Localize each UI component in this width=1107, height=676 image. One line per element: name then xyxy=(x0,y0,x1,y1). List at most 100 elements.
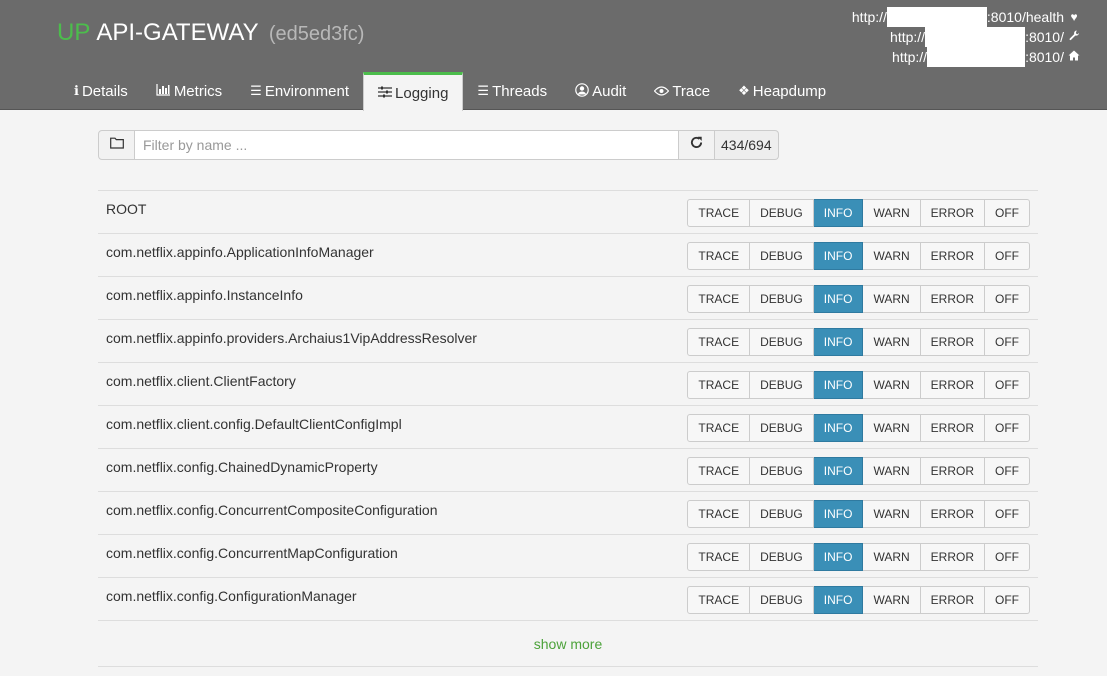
level-button-warn[interactable]: WARN xyxy=(863,586,921,614)
show-more-row: show more xyxy=(98,621,1038,667)
level-button-warn[interactable]: WARN xyxy=(863,285,921,313)
wrench-icon xyxy=(1067,27,1081,47)
log-level-group: TRACE DEBUG INFO WARN ERROR OFF xyxy=(687,414,1030,442)
level-button-debug[interactable]: DEBUG xyxy=(750,457,814,485)
management-url[interactable]: http://:8010/ xyxy=(852,27,1081,47)
list-icon: ☰ xyxy=(250,83,262,98)
level-button-info[interactable]: INFO xyxy=(813,199,864,227)
logger-name: com.netflix.config.ConcurrentMapConfigur… xyxy=(106,545,398,561)
level-button-warn[interactable]: WARN xyxy=(863,199,921,227)
level-button-error[interactable]: ERROR xyxy=(920,414,985,442)
level-button-trace[interactable]: TRACE xyxy=(687,328,751,356)
folder-icon xyxy=(109,136,124,154)
level-button-info[interactable]: INFO xyxy=(813,500,864,528)
home-icon xyxy=(1067,47,1081,67)
level-button-error[interactable]: ERROR xyxy=(920,586,985,614)
level-button-debug[interactable]: DEBUG xyxy=(750,543,814,571)
table-row: com.netflix.client.config.DefaultClientC… xyxy=(98,406,1038,449)
level-button-info[interactable]: INFO xyxy=(813,371,864,399)
level-button-off[interactable]: OFF xyxy=(985,414,1030,442)
log-level-group: TRACE DEBUG INFO WARN ERROR OFF xyxy=(687,500,1030,528)
tab-threads[interactable]: ☰ Threads xyxy=(463,72,561,110)
level-button-error[interactable]: ERROR xyxy=(920,328,985,356)
redacted-host xyxy=(927,47,1026,67)
level-button-debug[interactable]: DEBUG xyxy=(750,285,814,313)
table-row: com.netflix.config.ConfigurationManager T… xyxy=(98,578,1038,621)
level-button-warn[interactable]: WARN xyxy=(863,242,921,270)
level-button-warn[interactable]: WARN xyxy=(863,457,921,485)
app-name: API-GATEWAY xyxy=(96,19,259,46)
level-button-error[interactable]: ERROR xyxy=(920,242,985,270)
tab-metrics[interactable]: Metrics xyxy=(142,72,236,110)
level-button-off[interactable]: OFF xyxy=(985,242,1030,270)
eye-icon xyxy=(654,84,670,99)
folder-toggle-button[interactable] xyxy=(98,130,135,160)
redacted-host xyxy=(886,7,987,27)
tab-environment[interactable]: ☰ Environment xyxy=(236,72,363,110)
level-button-error[interactable]: ERROR xyxy=(920,285,985,313)
level-button-off[interactable]: OFF xyxy=(985,457,1030,485)
level-button-off[interactable]: OFF xyxy=(985,371,1030,399)
level-button-off[interactable]: OFF xyxy=(985,586,1030,614)
level-button-trace[interactable]: TRACE xyxy=(687,543,751,571)
level-button-debug[interactable]: DEBUG xyxy=(750,500,814,528)
level-button-error[interactable]: ERROR xyxy=(920,457,985,485)
tab-audit[interactable]: Audit xyxy=(561,72,640,110)
level-button-trace[interactable]: TRACE xyxy=(687,285,751,313)
level-button-trace[interactable]: TRACE xyxy=(687,500,751,528)
level-button-off[interactable]: OFF xyxy=(985,543,1030,571)
level-button-debug[interactable]: DEBUG xyxy=(750,242,814,270)
level-button-trace[interactable]: TRACE xyxy=(687,199,751,227)
main-tabs: ℹ Details Metrics ☰ Environment Logging ☰ T… xyxy=(60,72,840,111)
service-url[interactable]: http://:8010/ xyxy=(852,47,1081,67)
level-button-warn[interactable]: WARN xyxy=(863,328,921,356)
level-button-error[interactable]: ERROR xyxy=(920,199,985,227)
level-button-trace[interactable]: TRACE xyxy=(687,414,751,442)
level-button-info[interactable]: INFO xyxy=(813,285,864,313)
show-more-link[interactable]: show more xyxy=(534,636,602,652)
level-button-warn[interactable]: WARN xyxy=(863,500,921,528)
logger-filter-input[interactable] xyxy=(135,130,679,160)
refresh-icon xyxy=(690,136,703,154)
sliders-icon xyxy=(378,86,393,101)
level-button-trace[interactable]: TRACE xyxy=(687,457,751,485)
level-button-off[interactable]: OFF xyxy=(985,285,1030,313)
level-button-warn[interactable]: WARN xyxy=(863,543,921,571)
level-button-info[interactable]: INFO xyxy=(813,543,864,571)
level-button-warn[interactable]: WARN xyxy=(863,371,921,399)
tab-trace[interactable]: Trace xyxy=(640,72,724,110)
health-url[interactable]: http://:8010/health ♥ xyxy=(852,7,1081,27)
level-button-error[interactable]: ERROR xyxy=(920,371,985,399)
level-button-trace[interactable]: TRACE xyxy=(687,242,751,270)
level-button-off[interactable]: OFF xyxy=(985,328,1030,356)
level-button-debug[interactable]: DEBUG xyxy=(750,371,814,399)
logger-name: com.netflix.client.config.DefaultClientC… xyxy=(106,416,402,432)
level-button-info[interactable]: INFO xyxy=(813,414,864,442)
level-button-info[interactable]: INFO xyxy=(813,457,864,485)
heartbeat-icon: ♥ xyxy=(1070,10,1078,24)
level-button-info[interactable]: INFO xyxy=(813,242,864,270)
refresh-button[interactable] xyxy=(679,130,715,160)
table-row: com.netflix.config.ConcurrentMapConfigur… xyxy=(98,535,1038,578)
level-button-debug[interactable]: DEBUG xyxy=(750,414,814,442)
tab-details[interactable]: ℹ Details xyxy=(60,72,142,110)
log-level-group: TRACE DEBUG INFO WARN ERROR OFF xyxy=(687,199,1030,227)
level-button-off[interactable]: OFF xyxy=(985,199,1030,227)
level-button-debug[interactable]: DEBUG xyxy=(750,328,814,356)
logger-name: com.netflix.config.ConfigurationManager xyxy=(106,588,357,604)
tab-heapdump[interactable]: ❖ Heapdump xyxy=(724,72,840,110)
tab-logging[interactable]: Logging xyxy=(363,72,464,111)
level-button-debug[interactable]: DEBUG xyxy=(750,199,814,227)
level-button-off[interactable]: OFF xyxy=(985,500,1030,528)
level-button-warn[interactable]: WARN xyxy=(863,414,921,442)
log-level-group: TRACE DEBUG INFO WARN ERROR OFF xyxy=(687,543,1030,571)
level-button-debug[interactable]: DEBUG xyxy=(750,586,814,614)
table-row: com.netflix.appinfo.ApplicationInfoManag… xyxy=(98,234,1038,277)
level-button-error[interactable]: ERROR xyxy=(920,500,985,528)
logger-name: com.netflix.appinfo.InstanceInfo xyxy=(106,287,303,303)
level-button-trace[interactable]: TRACE xyxy=(687,371,751,399)
level-button-info[interactable]: INFO xyxy=(813,328,864,356)
level-button-info[interactable]: INFO xyxy=(813,586,864,614)
level-button-trace[interactable]: TRACE xyxy=(687,586,751,614)
level-button-error[interactable]: ERROR xyxy=(920,543,985,571)
